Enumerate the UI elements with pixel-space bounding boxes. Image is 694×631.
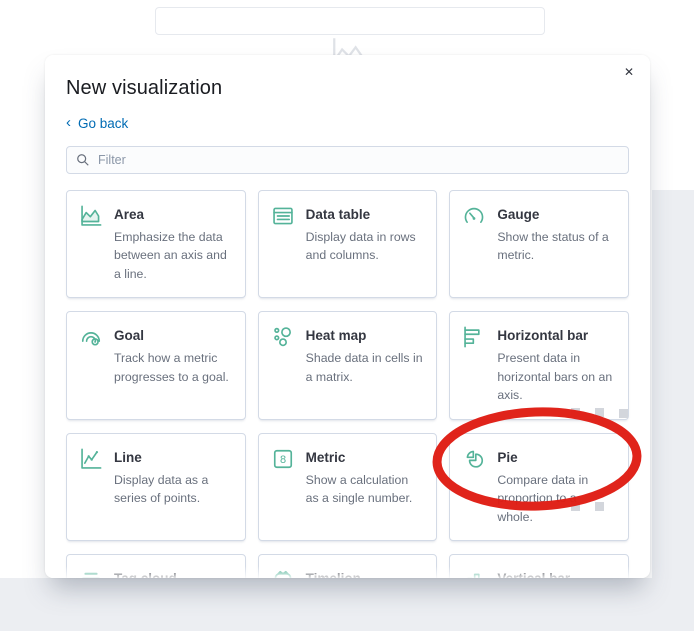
vis-type-card-pie[interactable]: Pie Compare data in proportion to a whole… <box>449 432 629 541</box>
new-visualization-modal: ✕ New visualization ‹ Go back Area Emphas… <box>45 55 650 578</box>
modal-title: New visualization <box>66 77 223 99</box>
card-title: Heat map <box>305 328 367 344</box>
chevron-left-icon: ‹ <box>66 114 71 131</box>
card-title: Goal <box>114 328 145 344</box>
card-title: Tag cloud <box>114 569 232 578</box>
vis-type-card-tag-cloud[interactable]: Tag cloudDisplay word frequency with fon… <box>66 553 246 578</box>
vertical-bar-icon <box>463 569 485 578</box>
heat-map-icon <box>272 326 294 348</box>
card-description: Display data as a series of points. <box>114 472 209 506</box>
card-description: Display data in rows and columns. <box>305 230 416 263</box>
vis-type-card-horizontal-bar[interactable]: Horizontal bar Present data in horizontal… <box>449 311 629 420</box>
background-dialog-field <box>155 7 545 35</box>
filter-input[interactable] <box>66 146 629 174</box>
tag-cloud-icon <box>80 569 102 578</box>
annotation-handle <box>619 409 628 418</box>
vis-type-card-heat-map[interactable]: Heat map Shade data in cells in a matrix. <box>257 311 438 420</box>
line-chart-icon <box>80 448 102 470</box>
card-title: Data table <box>305 207 371 222</box>
go-back-label: Go back <box>78 116 129 131</box>
vis-type-card-data-table[interactable]: Data table Display data in rows and colum… <box>257 190 438 299</box>
annotation-handle <box>571 502 580 511</box>
timelion-icon <box>272 569 294 578</box>
area-chart-icon <box>80 205 102 227</box>
pie-chart-icon <box>463 448 485 470</box>
card-title: Pie <box>497 449 518 465</box>
annotation-handle <box>571 408 580 417</box>
card-description: Track how a metric progresses to a goal. <box>114 351 229 384</box>
annotation-handle <box>595 408 604 417</box>
close-icon[interactable]: ✕ <box>618 61 640 83</box>
card-title: Vertical bar <box>497 569 615 578</box>
card-description: Emphasize the data between an axis and a… <box>114 230 227 281</box>
card-description: Present data in horizontal bars on an ax… <box>497 351 613 403</box>
vis-type-card-vertical-bar[interactable]: Vertical barPresent data in vertical bar… <box>449 553 629 578</box>
goal-icon <box>80 326 102 348</box>
metric-icon: 8 <box>272 448 294 470</box>
data-table-icon <box>272 205 294 227</box>
card-title: Gauge <box>497 207 540 222</box>
go-back-link[interactable]: ‹ Go back <box>66 114 129 131</box>
svg-text:8: 8 <box>280 454 286 466</box>
card-title: Timelion <box>306 569 424 578</box>
vis-type-card-metric[interactable]: 8 Metric Show a calculation as a single nu… <box>257 432 438 541</box>
vis-type-card-line[interactable]: Line Display data as a series of points. <box>66 432 246 541</box>
vis-type-card-gauge[interactable]: Gauge Show the status of a metric. <box>449 190 629 299</box>
card-title: Metric <box>305 449 346 465</box>
card-title: Line <box>114 449 142 465</box>
gauge-icon <box>463 205 485 227</box>
search-icon <box>76 153 90 167</box>
vis-type-card-goal[interactable]: Goal Track how a metric progresses to a g… <box>66 311 246 420</box>
card-description: Show a calculation as a single number. <box>305 472 413 506</box>
card-description: Compare data in proportion to a whole. <box>497 472 589 524</box>
card-title: Horizontal bar <box>497 328 589 344</box>
page-background <box>0 578 694 631</box>
annotation-handle <box>595 502 604 511</box>
card-description: Shade data in cells in a matrix. <box>305 351 423 384</box>
vis-type-card-timelion[interactable]: TimelionShow time series data on a graph… <box>257 553 438 578</box>
card-title: Area <box>114 207 145 222</box>
visualization-grid: Area Emphasize the data between an axis a… <box>66 190 629 578</box>
vis-type-card-area[interactable]: Area Emphasize the data between an axis a… <box>66 190 246 299</box>
horizontal-bar-icon <box>463 326 485 348</box>
card-description: Show the status of a metric. <box>497 230 609 263</box>
page-background <box>652 190 694 631</box>
